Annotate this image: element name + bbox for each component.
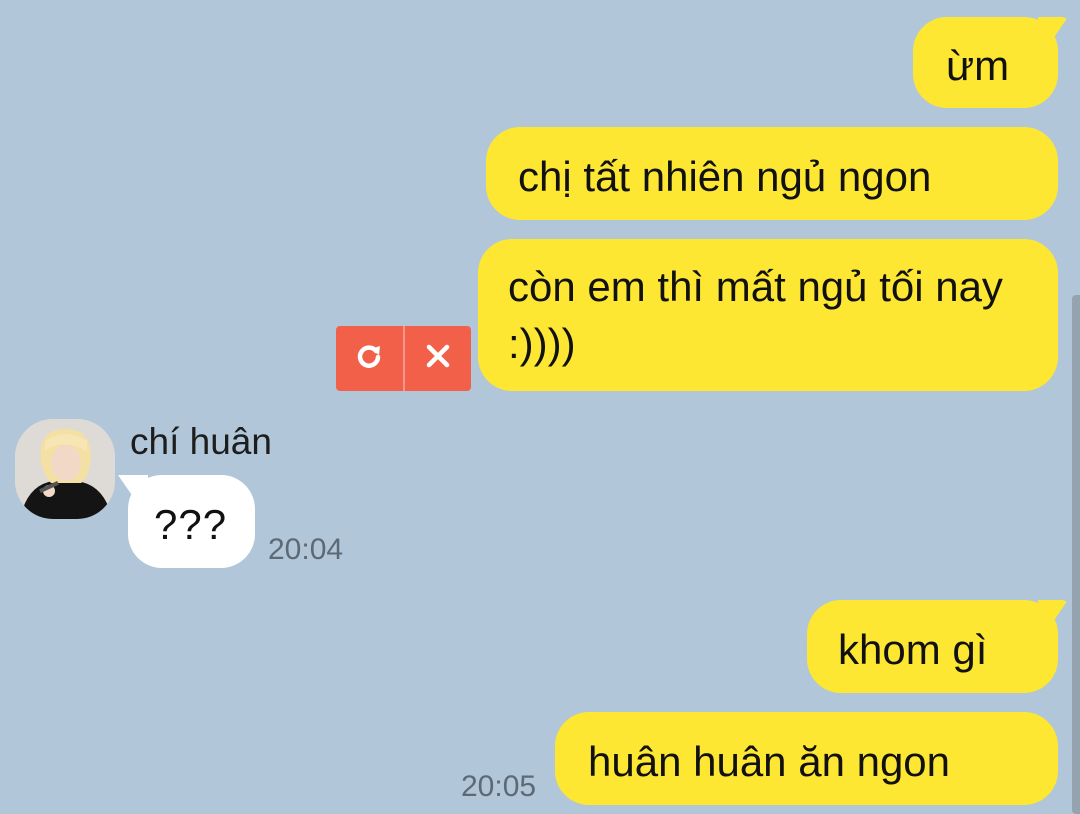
message-timestamp: 20:05: [461, 770, 537, 803]
message-text: còn em thì mất ngủ tối nay :)))): [508, 263, 1003, 367]
delete-failed-message-button[interactable]: [405, 326, 472, 391]
message-text: huân huân ăn ngon: [588, 738, 951, 785]
resend-button[interactable]: [336, 326, 403, 391]
sender-name: chí huân: [130, 421, 272, 462]
my-message-bubble[interactable]: khom gì: [807, 600, 1058, 693]
message-text: khom gì: [838, 626, 988, 673]
my-message-bubble-failed[interactable]: còn em thì mất ngủ tối nay :)))): [478, 239, 1058, 391]
my-message-bubble[interactable]: ừm: [913, 17, 1058, 108]
scrollbar[interactable]: [1072, 295, 1080, 814]
chat-area[interactable]: ừm chị tất nhiên ngủ ngon còn em thì mất…: [0, 0, 1080, 814]
avatar[interactable]: [15, 419, 115, 519]
failed-message-actions: [336, 326, 471, 391]
message-timestamp: 20:04: [268, 533, 344, 566]
retry-icon: [354, 341, 384, 376]
my-message-bubble[interactable]: huân huân ăn ngon: [555, 712, 1058, 805]
their-message-bubble[interactable]: ???: [128, 475, 255, 568]
message-text: ???: [154, 501, 228, 548]
my-message-bubble[interactable]: chị tất nhiên ngủ ngon: [486, 127, 1058, 220]
message-text: chị tất nhiên ngủ ngon: [518, 153, 932, 200]
close-icon: [425, 343, 451, 374]
message-text: ừm: [946, 42, 1010, 89]
